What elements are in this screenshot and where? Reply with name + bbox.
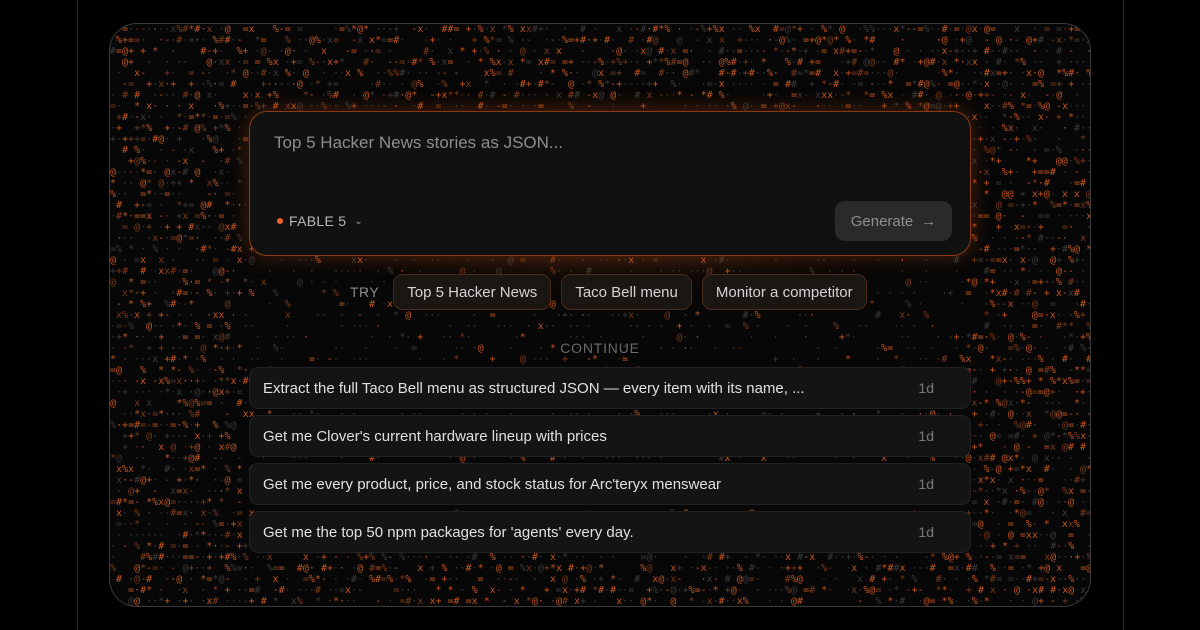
try-chip-hacker-news[interactable]: Top 5 Hacker News — [393, 274, 552, 310]
main-card: ··=·--····x%#*#·x ·@ =x %-= = ·=%*@* ··-… — [109, 23, 1091, 607]
list-item-text: Get me the top 50 npm packages for 'agen… — [263, 523, 634, 541]
model-status-dot — [277, 218, 283, 224]
generate-label: Generate — [850, 212, 914, 230]
model-selector[interactable]: FABLE 5 ⌄ — [277, 213, 363, 229]
try-row: TRY Top 5 Hacker News Taco Bell menu Mon… — [350, 274, 867, 310]
chevron-down-icon: ⌄ — [354, 215, 364, 227]
list-item-age: 1d — [918, 476, 934, 492]
list-item-age: 1d — [918, 428, 934, 444]
generate-button[interactable]: Generate → — [835, 201, 952, 241]
try-chip-monitor-competitor[interactable]: Monitor a competitor — [701, 274, 867, 310]
list-item[interactable]: Get me every product, price, and stock s… — [249, 463, 971, 505]
frame-line-left — [77, 0, 78, 630]
list-item-text: Get me every product, price, and stock s… — [263, 475, 722, 493]
list-item-age: 1d — [918, 524, 934, 540]
list-item[interactable]: Extract the full Taco Bell menu as struc… — [249, 367, 971, 409]
list-item-text: Extract the full Taco Bell menu as struc… — [263, 379, 805, 397]
arrow-right-icon: → — [921, 212, 937, 230]
prompt-input[interactable] — [272, 132, 936, 154]
model-label: FABLE 5 — [289, 213, 347, 229]
prompt-box: FABLE 5 ⌄ Generate → — [249, 111, 971, 256]
list-item[interactable]: Get me Clover's current hardware lineup … — [249, 415, 971, 457]
continue-label: CONTINUE — [560, 340, 640, 356]
list-item[interactable]: Get me the top 50 npm packages for 'agen… — [249, 511, 971, 553]
frame-line-right — [1123, 0, 1124, 630]
recent-list: Extract the full Taco Bell menu as struc… — [249, 367, 971, 553]
list-item-text: Get me Clover's current hardware lineup … — [263, 427, 607, 445]
try-label: TRY — [350, 284, 380, 300]
list-item-age: 1d — [918, 380, 934, 396]
try-chip-taco-bell[interactable]: Taco Bell menu — [561, 274, 692, 310]
